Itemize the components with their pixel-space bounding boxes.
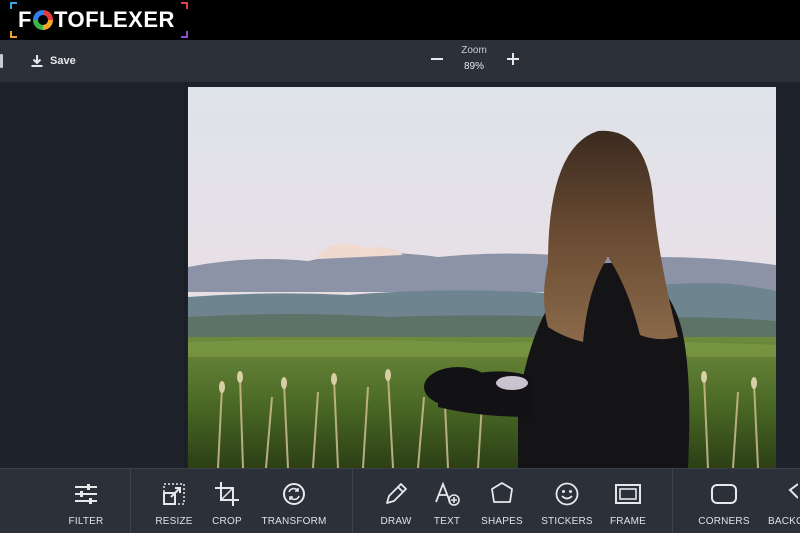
- logo-text-suffix: TOFLEXER: [53, 7, 175, 32]
- pencil-icon: [386, 483, 407, 504]
- tool-background-label: BACKG: [768, 516, 800, 527]
- zoom-in-button[interactable]: [504, 50, 522, 68]
- tool-resize-label: RESIZE: [155, 516, 193, 527]
- tool-separator: [672, 469, 673, 533]
- plus-icon: [507, 53, 519, 65]
- toolbar-edge-marker: [0, 54, 3, 68]
- tool-corners[interactable]: CORNERS: [698, 469, 750, 533]
- tool-crop-label: CROP: [212, 516, 242, 527]
- tool-resize[interactable]: RESIZE: [154, 469, 194, 533]
- tool-draw[interactable]: DRAW: [376, 469, 416, 533]
- editor-workspace: [0, 82, 800, 468]
- tool-separator: [352, 469, 353, 533]
- tool-filter-label: FILTER: [68, 516, 104, 527]
- zoom-out-button[interactable]: [428, 50, 446, 68]
- frame-icon: [615, 484, 641, 504]
- zoom-value: 89%: [463, 61, 484, 72]
- transform-icon: [283, 483, 305, 505]
- tool-stickers[interactable]: STICKERS: [541, 469, 593, 533]
- fotoflexer-logo[interactable]: F TOFLEXER: [10, 2, 188, 38]
- background-icon: [788, 483, 798, 499]
- tool-shapes-label: SHAPES: [481, 516, 523, 527]
- text-icon: [435, 481, 460, 506]
- tool-separator: [130, 469, 131, 533]
- top-toolbar: Save Zoom 89%: [0, 40, 800, 82]
- left-panel: [0, 82, 186, 468]
- tool-shapes[interactable]: SHAPES: [480, 469, 524, 533]
- minus-icon: [431, 58, 443, 60]
- shapes-icon: [491, 482, 513, 503]
- logo-text-prefix: F: [18, 7, 32, 32]
- photo-image: [188, 87, 776, 468]
- smiley-icon: [555, 482, 579, 506]
- save-label: Save: [50, 55, 76, 67]
- tool-stickers-label: STICKERS: [541, 516, 593, 527]
- zoom-title: Zoom: [461, 45, 487, 56]
- tool-text-label: TEXT: [433, 516, 461, 527]
- app-header: F TOFLEXER: [0, 0, 800, 40]
- tool-filter[interactable]: FILTER: [66, 469, 106, 533]
- resize-icon: [163, 483, 185, 505]
- logo-text: F TOFLEXER: [18, 7, 175, 33]
- save-button[interactable]: Save: [30, 52, 76, 70]
- tool-background[interactable]: BACKG: [768, 469, 800, 533]
- sliders-icon: [75, 484, 97, 504]
- download-icon: [31, 55, 43, 67]
- tool-frame[interactable]: FRAME: [608, 469, 648, 533]
- tool-transform[interactable]: TRANSFORM: [261, 469, 327, 533]
- tool-text[interactable]: TEXT: [427, 469, 467, 533]
- corners-icon: [711, 484, 737, 504]
- photo-canvas[interactable]: [188, 87, 776, 468]
- tool-frame-label: FRAME: [610, 516, 646, 527]
- tool-crop[interactable]: CROP: [207, 469, 247, 533]
- zoom-control: Zoom 89%: [426, 42, 522, 80]
- crop-icon: [215, 482, 239, 506]
- tool-corners-label: CORNERS: [698, 516, 750, 527]
- tool-transform-label: TRANSFORM: [261, 516, 327, 527]
- tool-draw-label: DRAW: [380, 516, 412, 527]
- bottom-toolbar: FILTER RESIZE CROP TRANSFORM DRAW TEXT S…: [0, 468, 800, 533]
- logo-ring-icon: [32, 10, 53, 30]
